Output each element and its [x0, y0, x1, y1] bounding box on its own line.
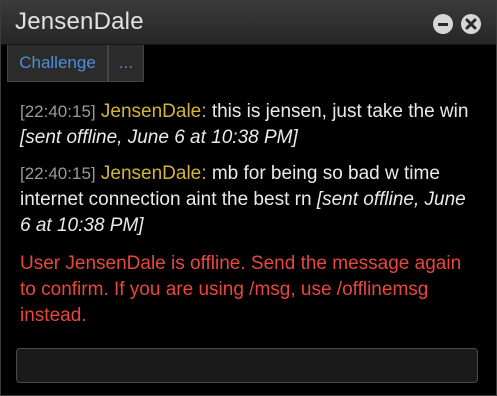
minimize-icon — [438, 22, 448, 26]
window-title: JensenDale — [15, 8, 144, 35]
tab-more[interactable]: ... — [108, 45, 144, 82]
message-sender[interactable]: JensenDale: — [101, 101, 207, 122]
chat-message: [22:40:15] JensenDale: mb for being so b… — [20, 161, 480, 239]
close-button[interactable] — [461, 14, 481, 34]
pm-window: JensenDale Challenge ... [22:40:15] Jens… — [0, 0, 497, 396]
title-bar[interactable]: JensenDale — [1, 1, 496, 45]
chat-message: [22:40:15] JensenDale: this is jensen, j… — [20, 99, 480, 151]
message-input-box[interactable] — [16, 348, 478, 383]
message-timestamp: [22:40:15] — [20, 102, 96, 121]
system-message: User JensenDale is offline. Send the mes… — [20, 253, 462, 326]
tab-bar: Challenge ... — [1, 45, 496, 82]
message-timestamp: [22:40:15] — [20, 164, 96, 183]
message-text: this is jensen, just take the win — [211, 101, 469, 122]
message-offline-note: [sent offline, June 6 at 10:38 PM] — [20, 127, 298, 148]
message-sender[interactable]: JensenDale: — [101, 163, 207, 184]
message-log: [22:40:15] JensenDale: this is jensen, j… — [20, 99, 480, 329]
tab-challenge[interactable]: Challenge — [7, 45, 108, 82]
minimize-button[interactable] — [433, 14, 453, 34]
message-input[interactable] — [17, 349, 477, 382]
close-icon — [465, 18, 477, 30]
